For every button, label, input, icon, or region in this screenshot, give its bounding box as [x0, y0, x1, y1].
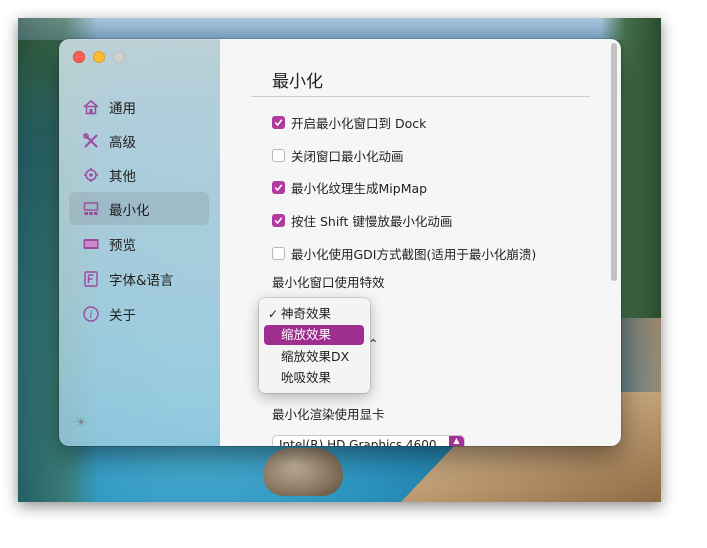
sidebar-item-minimize[interactable]: 最小化: [69, 192, 209, 225]
sidebar-item-other[interactable]: 其他: [69, 158, 209, 191]
option-label: 开启最小化窗口到 Dock: [291, 115, 427, 131]
option-shift-slow[interactable]: 按住 Shift 键慢放最小化动画: [272, 211, 452, 229]
option-gdi-capture[interactable]: 最小化使用GDI方式截图(适用于最小化崩溃): [272, 244, 536, 262]
chevron-updown-icon: ▲▼: [449, 436, 464, 446]
house-icon: [81, 97, 101, 117]
menu-item-magic-effect[interactable]: ✓ 神奇效果: [264, 304, 364, 324]
checkmark-icon: ✓: [268, 307, 279, 321]
sidebar-item-font-language[interactable]: 字体&语言: [69, 262, 209, 295]
minimize-grid-icon: [81, 199, 101, 219]
option-label: 关闭窗口最小化动画: [291, 148, 404, 164]
option-label: 最小化使用GDI方式截图(适用于最小化崩溃): [291, 246, 537, 262]
brightness-icon[interactable]: ☀: [73, 415, 89, 431]
gpu-select-value: Intel(R) HD Graphics 4600: [279, 438, 437, 446]
svg-text:i: i: [89, 310, 92, 321]
zoom-button[interactable]: [113, 51, 125, 63]
font-book-icon: [81, 269, 101, 289]
scrollbar-thumb[interactable]: [611, 43, 617, 281]
checkbox-unchecked[interactable]: [272, 246, 285, 260]
sidebar-item-label: 通用: [109, 100, 136, 117]
close-button[interactable]: [73, 51, 85, 63]
sidebar-item-advanced[interactable]: 高级: [69, 124, 209, 157]
sidebar-item-label: 高级: [109, 134, 136, 151]
menu-item-label: 吮吸效果: [281, 370, 332, 385]
option-mipmap[interactable]: 最小化纹理生成MipMap: [272, 178, 427, 196]
option-label: 按住 Shift 键慢放最小化动画: [291, 213, 453, 229]
option-dock-minimize[interactable]: 开启最小化窗口到 Dock: [272, 113, 426, 131]
sidebar-item-preview[interactable]: 预览: [69, 227, 209, 260]
info-icon: i: [81, 304, 101, 324]
menu-item-label: 神奇效果: [281, 306, 332, 321]
checkbox-unchecked[interactable]: [272, 148, 285, 162]
menu-item-scale-effect[interactable]: 缩放效果: [264, 325, 364, 345]
sidebar-item-label: 预览: [109, 237, 136, 254]
menu-item-label: 缩放效果: [281, 327, 332, 342]
checkbox-checked[interactable]: [272, 115, 285, 129]
minimize-button[interactable]: [93, 51, 105, 63]
option-disable-animation[interactable]: 关闭窗口最小化动画: [272, 146, 404, 164]
menu-item-scale-effect-dx[interactable]: 缩放效果DX: [264, 347, 364, 367]
menu-item-suck-effect[interactable]: 吮吸效果: [264, 368, 364, 388]
wallpaper-rock: [263, 448, 343, 496]
checkbox-checked[interactable]: [272, 213, 285, 227]
sidebar: 通用 高级 其他 最小化 预览 字体&语言 i 关于 ☀: [59, 39, 220, 446]
preview-strip-icon: [81, 234, 101, 254]
sidebar-item-label: 字体&语言: [109, 272, 174, 289]
gear-cloud-icon: [81, 165, 101, 185]
menu-item-label: 缩放效果DX: [281, 349, 350, 364]
gpu-select[interactable]: Intel(R) HD Graphics 4600 ▲▼: [272, 435, 465, 446]
sidebar-item-label: 其他: [109, 168, 136, 185]
checkbox-checked[interactable]: [272, 180, 285, 194]
tools-icon: [81, 131, 101, 151]
wallpaper-sky: [18, 18, 661, 40]
title-divider: [251, 96, 590, 97]
effect-section-label: 最小化窗口使用特效: [272, 275, 385, 290]
sidebar-item-about[interactable]: i 关于: [69, 297, 209, 330]
sidebar-item-label: 最小化: [109, 202, 150, 219]
sidebar-item-general[interactable]: 通用: [69, 90, 209, 123]
effect-popup-menu: ✓ 神奇效果 缩放效果 缩放效果DX 吮吸效果: [259, 298, 370, 393]
sidebar-item-label: 关于: [109, 307, 136, 324]
option-label: 最小化纹理生成MipMap: [291, 180, 428, 196]
page-title: 最小化: [272, 72, 323, 92]
gpu-section-label: 最小化渲染使用显卡: [272, 407, 385, 422]
